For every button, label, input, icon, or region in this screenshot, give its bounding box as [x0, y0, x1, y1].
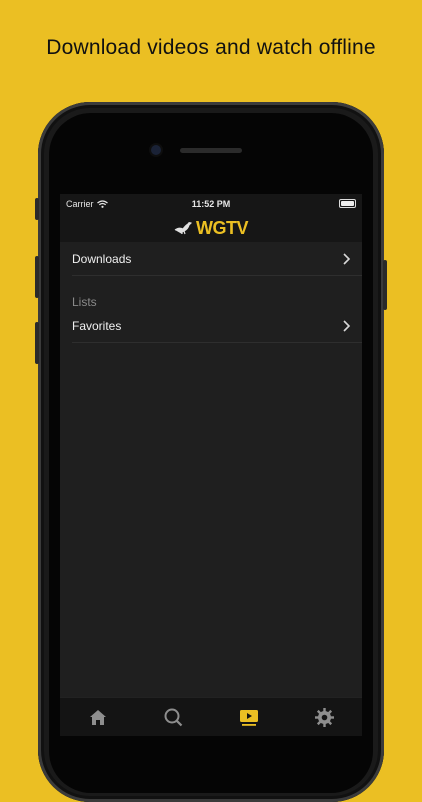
phone-volume-up	[35, 256, 39, 298]
chevron-right-icon	[343, 253, 351, 265]
battery-icon	[339, 199, 356, 208]
row-divider	[72, 342, 362, 343]
downloads-row[interactable]: Downloads	[60, 243, 362, 276]
promo-headline: Download videos and watch offline	[46, 36, 376, 59]
favorites-label: Favorites	[72, 319, 122, 333]
search-icon	[164, 708, 183, 727]
tab-my-videos[interactable]	[229, 703, 269, 733]
phone-volume-down	[35, 322, 39, 364]
phone-power-button	[383, 260, 387, 310]
video-play-icon	[239, 710, 258, 726]
downloads-label: Downloads	[72, 252, 132, 266]
chevron-right-icon	[343, 320, 351, 332]
gear-icon	[314, 708, 334, 727]
phone-side-switch	[35, 198, 39, 220]
status-time: 11:52 PM	[191, 199, 231, 209]
app-screen: Carrier 11:52 PM WGTV Downloads Lists Fa…	[60, 194, 362, 736]
row-divider	[72, 275, 362, 276]
bird-logo-icon	[174, 222, 192, 235]
lists-section-header: Lists	[72, 295, 97, 309]
earpiece-speaker	[180, 148, 242, 153]
nav-bar: WGTV	[60, 214, 362, 242]
status-bar: Carrier 11:52 PM	[60, 194, 362, 214]
tab-bar	[60, 697, 362, 736]
favorites-row[interactable]: Favorites	[60, 310, 362, 343]
tab-home[interactable]	[78, 703, 118, 733]
tab-settings[interactable]	[304, 703, 344, 733]
front-camera	[151, 145, 161, 155]
app-logo: WGTV	[196, 217, 249, 238]
home-icon	[89, 710, 106, 725]
tab-search[interactable]	[153, 703, 193, 733]
